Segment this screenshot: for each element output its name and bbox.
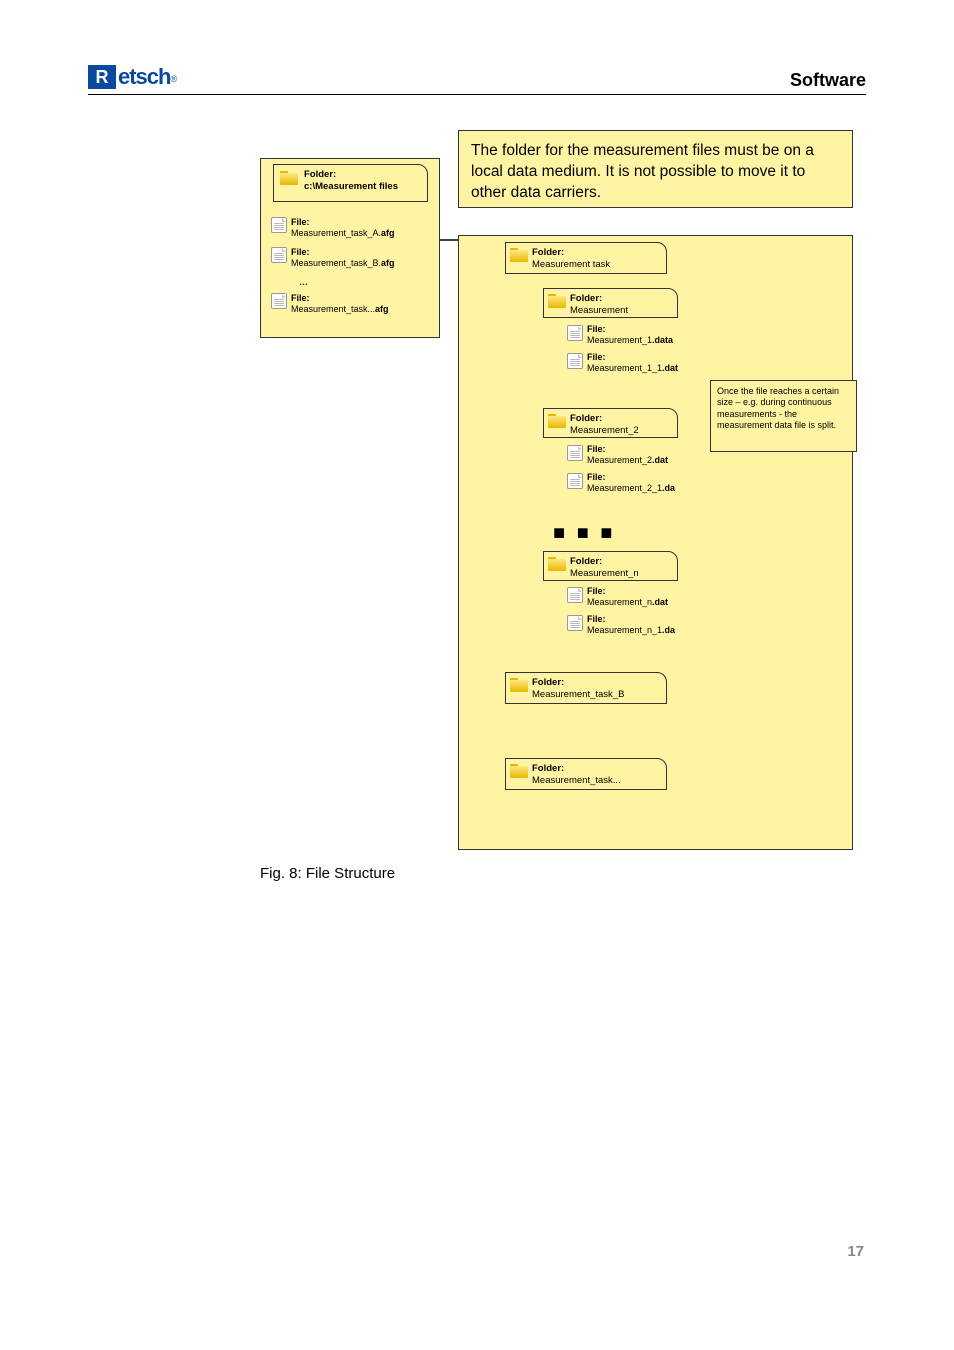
file-ext: .dat	[652, 455, 668, 465]
file-ext: .dat	[662, 363, 678, 373]
file-entry: File: Measurement_task_A.afg	[271, 217, 395, 239]
folder-icon	[548, 557, 566, 571]
folder-icon	[510, 764, 528, 778]
file-ext: .da	[662, 483, 675, 493]
ellipsis: …	[299, 277, 308, 287]
file-label: File:	[587, 472, 606, 482]
file-row: File: Measurement_n.dat	[567, 586, 668, 608]
file-row: File: Measurement_2_1.da	[567, 472, 675, 494]
file-structure-diagram: The folder for the measurement files mus…	[260, 130, 856, 850]
task-b-folder-box: Folder: Measurement_task_B	[505, 672, 667, 704]
root-folder-box: Folder: c:\Measurement files	[273, 164, 428, 202]
file-icon	[567, 587, 583, 603]
file-label: File:	[291, 293, 310, 303]
file-label: File:	[587, 444, 606, 454]
measurement-folder-box: Folder: Measurement_n	[543, 551, 678, 581]
ellipsis-dots: ■ ■ ■	[553, 522, 615, 545]
folder-icon	[510, 678, 528, 692]
figure-caption: Fig. 8: File Structure	[260, 865, 395, 882]
logo-text: etsch	[118, 64, 170, 90]
file-name: Measurement_1	[587, 335, 652, 345]
file-label: File:	[587, 352, 606, 362]
file-icon	[567, 473, 583, 489]
folder-icon	[510, 248, 528, 262]
file-icon	[271, 293, 287, 309]
root-folder-label: Folder:	[304, 169, 336, 180]
folder-label: Folder:	[532, 247, 564, 258]
file-ext: .dat	[652, 597, 668, 607]
file-ext: afg	[381, 228, 395, 238]
root-folder-name: c:\Measurement files	[304, 181, 398, 192]
folder-label: Folder:	[570, 293, 602, 304]
folder-icon	[280, 171, 298, 185]
file-name: Measurement_n	[587, 597, 652, 607]
file-icon	[567, 445, 583, 461]
file-icon	[567, 353, 583, 369]
file-ext: afg	[381, 258, 395, 268]
file-icon	[271, 217, 287, 233]
task-folder-box: Folder: Measurement task	[505, 242, 667, 274]
file-ext: afg	[375, 304, 389, 314]
task-dots-folder-box: Folder: Measurement_task...	[505, 758, 667, 790]
side-note: Once the file reaches a certain size – e…	[710, 380, 857, 452]
measurement-folder-box: Folder: Measurement_2	[543, 408, 678, 438]
folder-icon	[548, 414, 566, 428]
folder-icon	[548, 294, 566, 308]
section-title: Software	[790, 70, 866, 91]
file-entry: File: Measurement_task_B.afg	[271, 247, 395, 269]
file-name: Measurement_task...	[291, 304, 375, 314]
file-name: Measurement_1_1	[587, 363, 662, 373]
file-icon	[567, 325, 583, 341]
file-ext: .da	[662, 625, 675, 635]
file-name: Measurement_task_B.	[291, 258, 381, 268]
header-rule	[88, 94, 866, 95]
folder-name: Measurement_n	[570, 568, 639, 579]
file-name: Measurement_n_1	[587, 625, 662, 635]
registered-mark: ®	[170, 74, 177, 84]
folder-label: Folder:	[570, 413, 602, 424]
top-note: The folder for the measurement files mus…	[458, 130, 853, 208]
task-folder-panel: Folder: Measurement task Folder: Measure…	[458, 235, 853, 850]
file-name: Measurement_2	[587, 455, 652, 465]
logo-icon: R	[88, 65, 116, 89]
file-name: Measurement_task_A.	[291, 228, 381, 238]
folder-label: Folder:	[532, 677, 564, 688]
folder-name: Measurement_task...	[532, 775, 621, 786]
file-icon	[567, 615, 583, 631]
file-row: File: Measurement_1_1.dat	[567, 352, 678, 374]
file-label: File:	[587, 614, 606, 624]
file-row: File: Measurement_1.data	[567, 324, 673, 346]
file-label: File:	[587, 324, 606, 334]
brand-logo: R etsch ®	[88, 62, 248, 92]
file-label: File:	[587, 586, 606, 596]
root-folder-panel: Folder: c:\Measurement files File: Measu…	[260, 158, 440, 338]
file-label: File:	[291, 247, 310, 257]
file-row: File: Measurement_n_1.da	[567, 614, 675, 636]
measurement-folder-box: Folder: Measurement	[543, 288, 678, 318]
file-icon	[271, 247, 287, 263]
folder-label: Folder:	[570, 556, 602, 567]
folder-label: Folder:	[532, 763, 564, 774]
file-row: File: Measurement_2.dat	[567, 444, 668, 466]
file-entry: File: Measurement_task...afg	[271, 293, 389, 315]
folder-name: Measurement_task_B	[532, 689, 624, 700]
folder-name: Measurement task	[532, 259, 610, 270]
file-label: File:	[291, 217, 310, 227]
folder-name: Measurement_2	[570, 425, 639, 436]
file-ext: .data	[652, 335, 673, 345]
file-name: Measurement_2_1	[587, 483, 662, 493]
folder-name: Measurement	[570, 305, 628, 316]
page-number: 17	[847, 1243, 864, 1260]
